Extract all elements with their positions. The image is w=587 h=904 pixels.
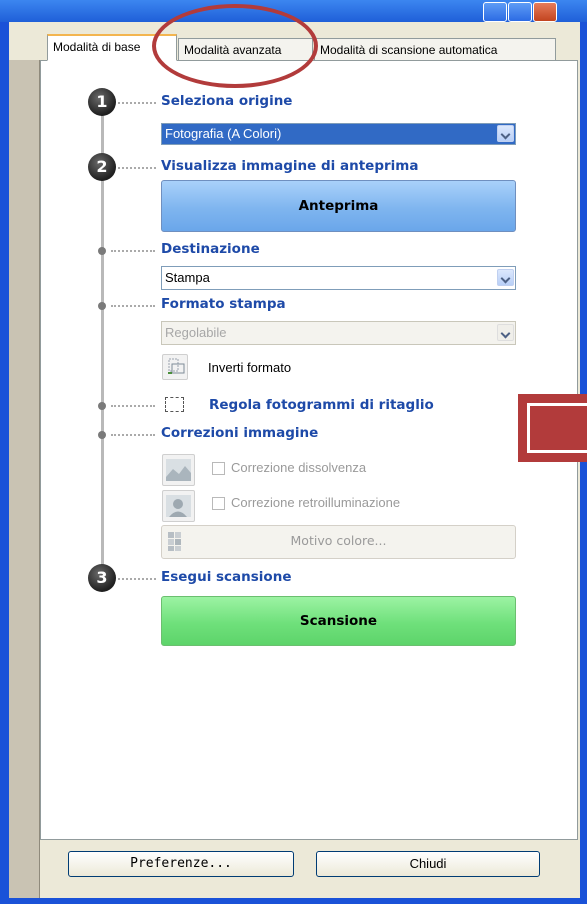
step-1-badge: 1 <box>88 88 116 116</box>
maximize-button[interactable] <box>508 2 532 22</box>
annotation-ellipse <box>152 4 318 88</box>
crop-frames-connector <box>111 405 155 407</box>
print-format-dot <box>98 302 106 310</box>
destination-select-value: Stampa <box>165 270 210 285</box>
step-2-badge: 2 <box>88 153 116 181</box>
destination-dot <box>98 247 106 255</box>
annotation-marker <box>518 394 587 462</box>
color-pattern-label: Motivo colore... <box>290 533 387 548</box>
tab-automatic-scan-mode[interactable]: Modalità di scansione automatica <box>314 38 556 60</box>
crop-frame-icon[interactable] <box>165 397 184 412</box>
print-format-select[interactable]: Regolabile <box>161 321 516 345</box>
step-2-connector <box>118 167 156 169</box>
close-window-button[interactable] <box>533 2 557 22</box>
step-1-connector <box>118 102 156 104</box>
close-button[interactable]: Chiudi <box>316 851 540 877</box>
destination-select[interactable]: Stampa <box>161 266 516 290</box>
backlight-correction-label: Correzione retroilluminazione <box>231 495 401 510</box>
backlight-correction-checkbox[interactable] <box>212 497 225 510</box>
select-source-heading: Seleziona origine <box>161 93 293 109</box>
minimize-button[interactable] <box>483 2 507 22</box>
source-select-value: Fotografia (A Colori) <box>165 126 282 141</box>
image-corrections-dot <box>98 431 106 439</box>
backlight-correction-icon <box>162 490 195 522</box>
source-select[interactable]: Fotografia (A Colori) <box>161 123 516 145</box>
basic-mode-panel <box>40 60 578 840</box>
annotation-marker-inner <box>527 403 587 453</box>
window-right-border <box>580 40 587 904</box>
invert-format-icon[interactable] <box>162 354 188 380</box>
step-3-connector <box>118 578 156 580</box>
preview-side-strip <box>9 60 40 898</box>
chevron-down-icon[interactable] <box>497 324 514 341</box>
print-format-connector <box>111 305 155 307</box>
fade-correction-label: Correzione dissolvenza <box>231 460 367 475</box>
preferences-button[interactable]: Preferenze... <box>68 851 294 877</box>
step-3-badge: 3 <box>88 564 116 592</box>
image-corrections-connector <box>111 434 155 436</box>
destination-connector <box>111 250 155 252</box>
color-pattern-button[interactable]: Motivo colore... <box>161 525 516 559</box>
crop-frames-link[interactable]: Regola fotogrammi di ritaglio <box>209 397 434 413</box>
destination-heading: Destinazione <box>161 241 260 257</box>
scan-heading: Esegui scansione <box>161 569 292 585</box>
crop-frames-dot <box>98 402 106 410</box>
step-rail <box>101 112 104 587</box>
chevron-down-icon[interactable] <box>497 125 514 142</box>
tab-scroll-stub <box>576 40 580 60</box>
image-corrections-heading: Correzioni immagine <box>161 425 319 441</box>
scan-button[interactable]: Scansione <box>161 596 516 646</box>
fade-correction-checkbox[interactable] <box>212 462 225 475</box>
fade-correction-icon <box>162 454 195 486</box>
preview-button[interactable]: Anteprima <box>161 180 516 232</box>
preview-heading: Visualizza immagine di anteprima <box>161 158 419 174</box>
chevron-down-icon[interactable] <box>497 269 514 286</box>
print-format-heading: Formato stampa <box>161 296 286 312</box>
print-format-select-value: Regolabile <box>165 325 227 340</box>
invert-format-label[interactable]: Inverti formato <box>208 360 291 375</box>
